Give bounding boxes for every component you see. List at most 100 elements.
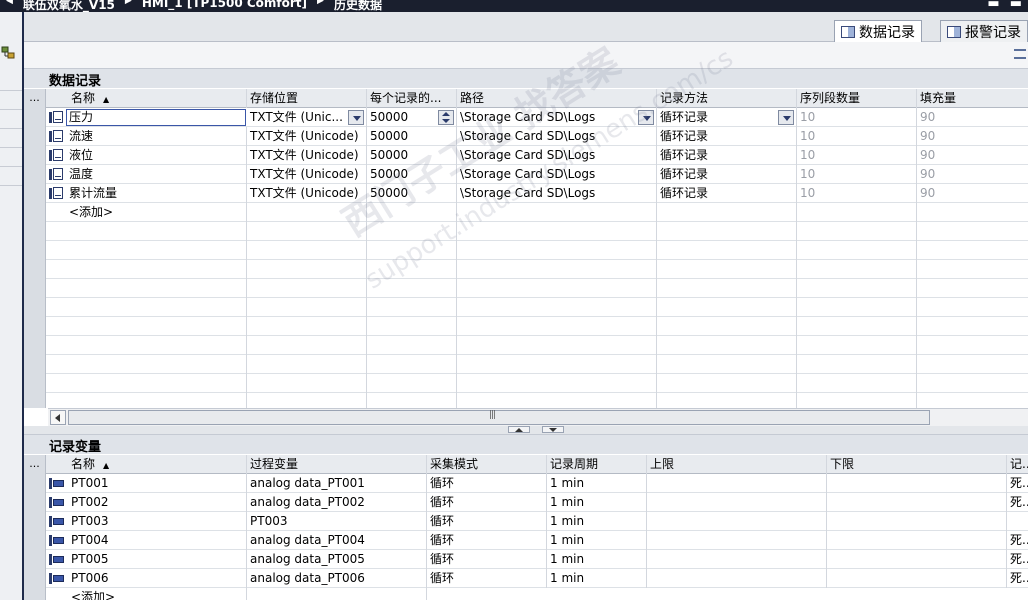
storage-location[interactable]: TXT文件 (Unicode) [247, 127, 367, 146]
log-path[interactable]: \Storage Card SD\Logs [457, 108, 657, 127]
segment-count[interactable]: 10 [797, 146, 917, 165]
segment-count[interactable]: 10 [797, 108, 917, 127]
column-header-log-cycle[interactable]: 记录周期 [547, 455, 647, 474]
low-limit[interactable] [827, 474, 1007, 493]
collapse-up-icon[interactable] [508, 426, 530, 433]
add-data-log[interactable]: <添加> [66, 203, 247, 222]
row-header[interactable] [24, 474, 46, 493]
row-header[interactable] [24, 550, 46, 569]
log-cycle[interactable]: 1 min [547, 493, 647, 512]
log-path[interactable]: \Storage Card SD\Logs [457, 146, 657, 165]
tab-data-logs[interactable]: 数据记录 [834, 20, 922, 42]
high-limit[interactable] [647, 493, 827, 512]
table-row[interactable]: PT006 analog data_PT006 循环 1 min 死... [24, 569, 1028, 588]
acquisition-mode[interactable]: 循环 [427, 550, 547, 569]
column-header-records[interactable]: 每个记录的... [367, 89, 457, 108]
storage-dropdown-button[interactable] [348, 110, 364, 125]
tag-name[interactable]: PT003 [68, 512, 247, 531]
row-header[interactable] [24, 512, 46, 531]
acquisition-mode[interactable]: 循环 [427, 474, 547, 493]
column-header-acquisition-mode[interactable]: 采集模式 [427, 455, 547, 474]
process-tag[interactable]: analog data_PT004 [247, 531, 427, 550]
log-name[interactable]: 流速 [66, 127, 247, 146]
log-path[interactable]: \Storage Card SD\Logs [457, 127, 657, 146]
pane-splitter[interactable] [24, 426, 1028, 434]
extra-value[interactable]: 死... [1007, 493, 1028, 512]
collapse-down-icon[interactable] [542, 426, 564, 433]
path-dropdown-button[interactable] [638, 110, 654, 125]
log-method[interactable]: 循环记录 [657, 184, 797, 203]
acquisition-mode[interactable]: 循环 [427, 531, 547, 550]
row-header[interactable] [24, 493, 46, 512]
storage-location[interactable]: TXT文件 (Unicode) [247, 165, 367, 184]
fill-level[interactable]: 90 [917, 108, 1028, 127]
table-row[interactable]: 液位 TXT文件 (Unicode) 50000 \Storage Card S… [24, 146, 1028, 165]
high-limit[interactable] [647, 569, 827, 588]
process-tag[interactable]: analog data_PT001 [247, 474, 427, 493]
log-method[interactable]: 循环记录 [657, 108, 797, 127]
tag-name[interactable]: PT004 [68, 531, 247, 550]
table-row[interactable]: PT002 analog data_PT002 循环 1 min 死... [24, 493, 1028, 512]
low-limit[interactable] [827, 493, 1007, 512]
log-cycle[interactable]: 1 min [547, 512, 647, 531]
column-header-menu[interactable]: ... [24, 89, 46, 108]
log-name[interactable]: 累计流量 [66, 184, 247, 203]
table-row[interactable]: PT003 PT003 循环 1 min [24, 512, 1028, 531]
method-dropdown-button[interactable] [778, 110, 794, 125]
fill-level[interactable]: 90 [917, 127, 1028, 146]
horizontal-scrollbar[interactable] [48, 408, 1028, 426]
add-row[interactable]: <添加> [24, 588, 1028, 600]
tab-alarm-logs[interactable]: 报警记录 [940, 20, 1028, 42]
column-header-method[interactable]: 记录方法 [657, 89, 797, 108]
high-limit[interactable] [647, 512, 827, 531]
breadcrumb-project[interactable]: 联伍双氧水_V15 [23, 0, 115, 12]
back-arrow-icon[interactable]: ◀ [6, 0, 13, 12]
tag-name[interactable]: PT002 [68, 493, 247, 512]
row-header[interactable] [24, 569, 46, 588]
log-cycle[interactable]: 1 min [547, 474, 647, 493]
minimize-icon[interactable]: ▬ [987, 0, 999, 11]
extra-value[interactable] [1007, 512, 1028, 531]
column-header-extra[interactable]: 记... [1007, 455, 1028, 474]
column-header-path[interactable]: 路径 [457, 89, 657, 108]
high-limit[interactable] [647, 550, 827, 569]
fill-level[interactable]: 90 [917, 165, 1028, 184]
segment-count[interactable]: 10 [797, 127, 917, 146]
process-tag[interactable]: analog data_PT005 [247, 550, 427, 569]
fill-level[interactable]: 90 [917, 184, 1028, 203]
process-tag[interactable]: PT003 [247, 512, 427, 531]
column-header-name[interactable]: 名称 ▲ [46, 89, 247, 108]
scrollbar-thumb[interactable] [68, 410, 930, 425]
tag-name[interactable]: PT006 [68, 569, 247, 588]
extra-value[interactable]: 死... [1007, 550, 1028, 569]
add-row[interactable]: <添加> [24, 203, 1028, 222]
row-header[interactable] [24, 165, 46, 184]
high-limit[interactable] [647, 531, 827, 550]
process-tag[interactable]: analog data_PT006 [247, 569, 427, 588]
records-per-log[interactable]: 50000 [367, 184, 457, 203]
tag-name[interactable]: PT005 [68, 550, 247, 569]
log-method[interactable]: 循环记录 [657, 165, 797, 184]
table-row[interactable]: 压力 TXT文件 (Unic... 50000 \Storage Card SD… [24, 108, 1028, 127]
log-name[interactable]: 温度 [66, 165, 247, 184]
column-header-fill[interactable]: 填充量 [917, 89, 1028, 108]
column-header-high-limit[interactable]: 上限 [647, 455, 827, 474]
process-tag[interactable]: analog data_PT002 [247, 493, 427, 512]
segment-count[interactable]: 10 [797, 165, 917, 184]
records-per-log[interactable]: 50000 [367, 146, 457, 165]
row-header[interactable] [24, 108, 46, 127]
column-header-name[interactable]: 名称 ▲ [46, 455, 247, 474]
table-row[interactable]: 流速 TXT文件 (Unicode) 50000 \Storage Card S… [24, 127, 1028, 146]
row-header[interactable] [24, 127, 46, 146]
fill-level[interactable]: 90 [917, 146, 1028, 165]
column-header-process-tag[interactable]: 过程变量 [247, 455, 427, 474]
records-per-log[interactable]: 50000 [367, 127, 457, 146]
low-limit[interactable] [827, 569, 1007, 588]
extra-value[interactable]: 死... [1007, 531, 1028, 550]
column-header-segments[interactable]: 序列段数量 [797, 89, 917, 108]
row-header[interactable] [24, 588, 46, 600]
acquisition-mode[interactable]: 循环 [427, 493, 547, 512]
table-row[interactable]: PT001 analog data_PT001 循环 1 min 死... [24, 474, 1028, 493]
row-header[interactable] [24, 531, 46, 550]
scroll-left-icon[interactable] [50, 410, 66, 425]
